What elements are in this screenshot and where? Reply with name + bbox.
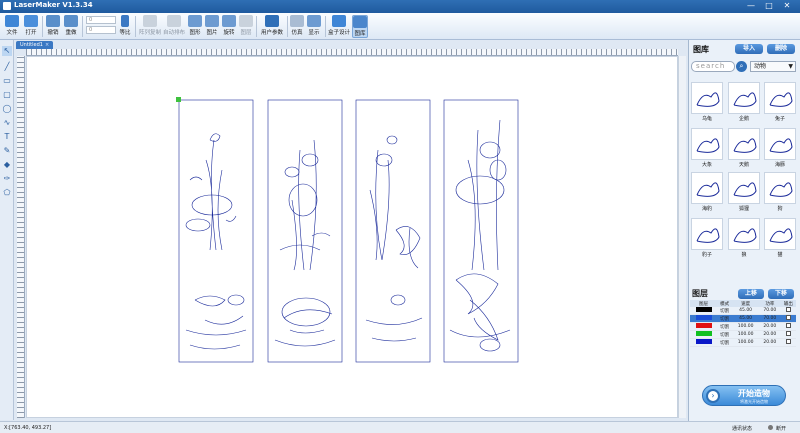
layer-output-checkbox[interactable] xyxy=(785,339,791,344)
library-item-label: 狐狸 xyxy=(738,206,749,212)
delete-button[interactable]: 删除 xyxy=(767,44,795,54)
penguin-icon xyxy=(728,82,760,114)
layer-mode[interactable]: 切割 xyxy=(717,338,733,347)
library-search-input[interactable]: search xyxy=(691,61,735,72)
cat-icon xyxy=(764,218,796,250)
layer-color-swatch[interactable] xyxy=(695,331,712,336)
layers-header-layer: 图层 xyxy=(690,300,718,307)
artwork-panel-4[interactable] xyxy=(443,99,519,363)
layer-mode[interactable]: 切割 xyxy=(717,330,733,339)
layer-speed[interactable]: 100.00 xyxy=(732,330,759,339)
library-item[interactable]: 豹子 xyxy=(691,218,723,260)
artwork-panel-2[interactable] xyxy=(267,99,343,363)
dog-icon xyxy=(764,172,796,204)
library-item-label: 天鹅 xyxy=(738,162,749,168)
leopard-icon xyxy=(691,218,723,250)
layer-power[interactable]: 70.00 xyxy=(758,314,781,323)
category-select[interactable]: 动物 ▼ xyxy=(750,61,796,72)
close-button[interactable]: ✕ xyxy=(780,1,794,10)
library-item[interactable]: 猫 xyxy=(764,218,796,260)
layer-color-swatch[interactable] xyxy=(695,323,712,328)
library-item-label: 豹子 xyxy=(701,252,712,258)
library-item-label: 乌龟 xyxy=(701,116,712,122)
library-item[interactable]: 狼 xyxy=(728,218,760,260)
library-item-label: 海豚 xyxy=(774,162,785,168)
layers-header-output: 输出 xyxy=(780,300,796,307)
connection-label: 通讯状态 xyxy=(732,426,753,432)
library-item[interactable]: 狗 xyxy=(764,172,796,214)
layer-down-button[interactable]: 下移 xyxy=(768,289,794,299)
artwork-panel-1[interactable] xyxy=(178,99,254,363)
layer-mode[interactable]: 切割 xyxy=(717,307,733,315)
seal-icon xyxy=(691,172,723,204)
library-item[interactable]: 大象 xyxy=(691,128,723,170)
layer-row[interactable]: 切割 45.00 70.00 xyxy=(690,314,796,323)
layer-row[interactable]: 切割 100.00 20.00 xyxy=(690,330,796,339)
layer-output-checkbox[interactable] xyxy=(785,315,791,320)
layer-color-swatch[interactable] xyxy=(695,307,712,312)
library-item-label: 兔子 xyxy=(774,116,785,122)
library-item[interactable]: 天鹅 xyxy=(728,128,760,170)
rabbit-icon xyxy=(764,82,796,114)
library-item-label: 大象 xyxy=(701,162,712,168)
library-item-label: 企鹅 xyxy=(738,116,749,122)
import-button[interactable]: 导入 xyxy=(735,44,763,54)
layer-power[interactable]: 20.00 xyxy=(758,338,781,347)
layer-color-swatch[interactable] xyxy=(695,315,712,320)
library-item[interactable]: 海豚 xyxy=(764,128,796,170)
swan-icon xyxy=(728,128,760,160)
layer-power[interactable]: 20.00 xyxy=(758,322,781,331)
layer-row[interactable]: 切割 100.00 20.00 xyxy=(690,322,796,331)
wolf-icon xyxy=(728,218,760,250)
chevron-down-icon: ▼ xyxy=(788,63,793,70)
library-title: 图库 xyxy=(693,45,709,54)
layer-speed[interactable]: 100.00 xyxy=(732,338,759,347)
library-item-label: 猫 xyxy=(777,252,783,258)
layer-output-checkbox[interactable] xyxy=(785,307,791,312)
library-item-label: 狼 xyxy=(741,252,747,258)
library-item[interactable]: 乌龟 xyxy=(691,82,723,124)
artwork-panel-3[interactable] xyxy=(355,99,431,363)
layer-color-swatch[interactable] xyxy=(695,339,712,344)
library-item[interactable]: 狐狸 xyxy=(728,172,760,214)
layers-header-power: 功率 xyxy=(758,300,781,307)
turtle-icon xyxy=(691,82,723,114)
layer-speed[interactable]: 45.00 xyxy=(732,307,759,315)
status-bar: X:[763.40, 493.27] 通讯状态 断开 xyxy=(0,421,800,433)
library-item[interactable]: 兔子 xyxy=(764,82,796,124)
play-icon: › xyxy=(706,389,720,403)
dolphin-icon xyxy=(764,128,796,160)
layer-row[interactable]: 切割 45.00 70.00 xyxy=(690,307,796,315)
layer-output-checkbox[interactable] xyxy=(785,331,791,336)
layers-title: 图层 xyxy=(692,289,708,298)
fox-icon xyxy=(728,172,760,204)
library-item[interactable]: 海豹 xyxy=(691,172,723,214)
selection-handle[interactable] xyxy=(176,97,181,102)
layer-output-checkbox[interactable] xyxy=(785,323,791,328)
start-job-button[interactable]: › 开始造物 将激光开始造物 xyxy=(702,385,786,406)
maximize-button[interactable]: □ xyxy=(762,1,776,10)
layer-speed[interactable]: 100.00 xyxy=(732,322,759,331)
layer-row[interactable]: 切割 100.00 20.00 xyxy=(690,338,796,347)
cursor-coords: X:[763.40, 493.27] xyxy=(4,425,52,431)
artwork-layer xyxy=(178,99,519,363)
library-item-label: 狗 xyxy=(777,206,783,212)
library-item-label: 海豹 xyxy=(701,206,712,212)
library-item[interactable]: 企鹅 xyxy=(728,82,760,124)
minimize-button[interactable]: — xyxy=(744,1,758,10)
elephant-icon xyxy=(691,128,723,160)
layers-header-speed: 速度 xyxy=(732,300,759,307)
layer-power[interactable]: 20.00 xyxy=(758,330,781,339)
layer-mode[interactable]: 切割 xyxy=(717,314,733,323)
layer-mode[interactable]: 切割 xyxy=(717,322,733,331)
connection-state: 断开 xyxy=(776,426,787,432)
layer-speed[interactable]: 45.00 xyxy=(732,314,759,323)
layer-power[interactable]: 70.00 xyxy=(758,307,781,315)
connection-status-icon xyxy=(768,425,773,430)
layer-up-button[interactable]: 上移 xyxy=(738,289,764,299)
search-icon[interactable]: ⌕ xyxy=(736,61,747,72)
layers-table: 图层 模式 速度 功率 输出 切割 45.00 70.00 切割 45.00 70.00 切… xyxy=(690,300,796,347)
layers-header-mode: 模式 xyxy=(717,300,733,307)
